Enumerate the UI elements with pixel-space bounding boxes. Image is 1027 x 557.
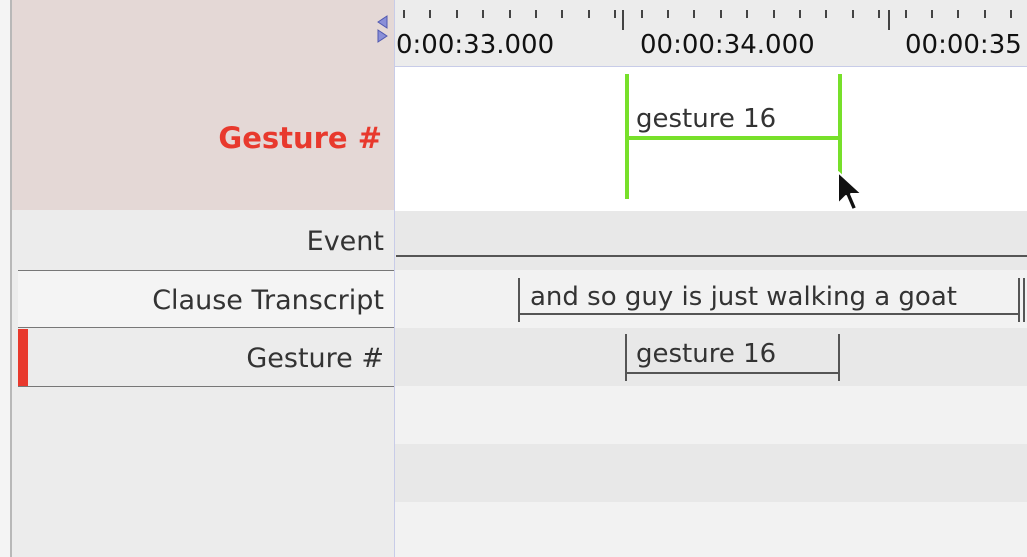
ruler-tick xyxy=(588,10,590,18)
ruler-tick xyxy=(509,10,511,18)
ruler-timecode: 00:00:35 xyxy=(905,30,1022,60)
tier-label-gesture: Gesture # xyxy=(246,343,384,374)
clause-annotation-line[interactable] xyxy=(518,313,1020,315)
gesture-annotation-end[interactable] xyxy=(838,334,840,381)
ruler-tick xyxy=(667,10,669,18)
gesture-annotation-label: gesture 16 xyxy=(636,339,777,369)
focus-annotation-label: gesture 16 xyxy=(636,104,777,134)
divider xyxy=(18,386,394,387)
ruler-tick xyxy=(799,10,801,18)
focus-tier-label-row[interactable] xyxy=(12,0,394,210)
ruler-tick xyxy=(1010,10,1012,18)
ruler-timecode: 00:00:34.000 xyxy=(640,30,815,60)
timeline-row-empty xyxy=(394,444,1027,502)
ruler-tick xyxy=(482,10,484,18)
clause-annotation-start[interactable] xyxy=(518,278,520,322)
ruler-tick xyxy=(878,10,880,18)
ruler-tick xyxy=(746,10,748,18)
ruler-tick xyxy=(852,10,854,18)
ruler-tick xyxy=(535,10,537,18)
ruler-timecode: 0:00:33.000 xyxy=(396,30,555,60)
clause-annotation-next-start xyxy=(1023,278,1025,322)
ruler-tick xyxy=(773,10,775,18)
timeline-row-empty xyxy=(394,502,1027,557)
timeline-row-event[interactable] xyxy=(394,211,1027,270)
ruler-tick xyxy=(693,10,695,18)
ruler-tick xyxy=(931,10,933,18)
ruler-major-tick xyxy=(622,10,624,30)
left-border xyxy=(0,0,12,557)
ruler-tick xyxy=(614,10,616,18)
ruler-tick xyxy=(984,10,986,18)
event-annotation-line[interactable] xyxy=(396,255,1027,257)
focus-tier-label: Gesture # xyxy=(218,121,382,155)
ruler-tick xyxy=(429,10,431,18)
ruler-tick xyxy=(561,10,563,18)
focus-annotation-line[interactable] xyxy=(627,136,840,140)
ruler-tick xyxy=(720,10,722,18)
ruler-major-tick xyxy=(888,10,890,30)
ruler-tick xyxy=(641,10,643,18)
tier-label-clause-transcript: Clause Transcript xyxy=(152,285,384,316)
mouse-cursor-icon xyxy=(837,171,863,211)
ruler-tick xyxy=(905,10,907,18)
clause-annotation-end[interactable] xyxy=(1018,278,1020,322)
ruler-tick xyxy=(403,10,405,18)
ruler-handle-icon[interactable] xyxy=(374,14,390,54)
clause-annotation-label: and so guy is just walking a goat xyxy=(530,282,957,312)
tier-label-event: Event xyxy=(306,226,384,257)
timeline-row-empty xyxy=(394,386,1027,444)
ruler-tick xyxy=(825,10,827,18)
gesture-annotation-line[interactable] xyxy=(625,372,840,374)
ruler-tick xyxy=(957,10,959,18)
ruler-tick xyxy=(456,10,458,18)
